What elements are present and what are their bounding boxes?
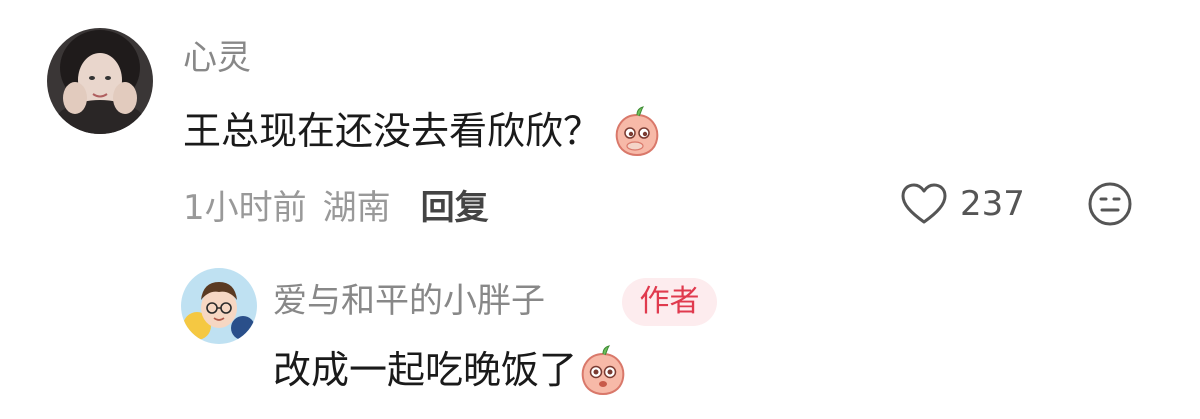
author-badge: 作者 [622, 278, 717, 326]
like-count: 237 [960, 184, 1025, 224]
reply-text: 改成一起吃晚饭了 [273, 344, 629, 396]
like-button[interactable]: 237 [900, 180, 1025, 228]
reply-button[interactable]: 回复 [421, 180, 489, 229]
peach-face-emoji [611, 105, 663, 157]
comment-meta: 1小时前 湖南 回复 [183, 180, 489, 228]
commenter-username[interactable]: 心灵 [183, 36, 251, 80]
comment-time: 1小时前 [183, 187, 307, 228]
comment-location: 湖南 [322, 187, 391, 228]
reply-username[interactable]: 爱与和平的小胖子 [273, 276, 545, 326]
comment-text: 王总现在还没去看欣欣？ [183, 105, 663, 157]
peach-face-emoji [577, 344, 629, 396]
commenter-avatar[interactable] [47, 28, 153, 134]
expressionless-face-icon[interactable] [1086, 180, 1134, 228]
reply-author-avatar[interactable] [181, 268, 257, 344]
heart-outline-icon [900, 182, 960, 226]
reply-text-content: 改成一起吃晚饭了 [273, 348, 578, 392]
comment-text-content: 王总现在还没去看欣欣？ [183, 109, 602, 153]
